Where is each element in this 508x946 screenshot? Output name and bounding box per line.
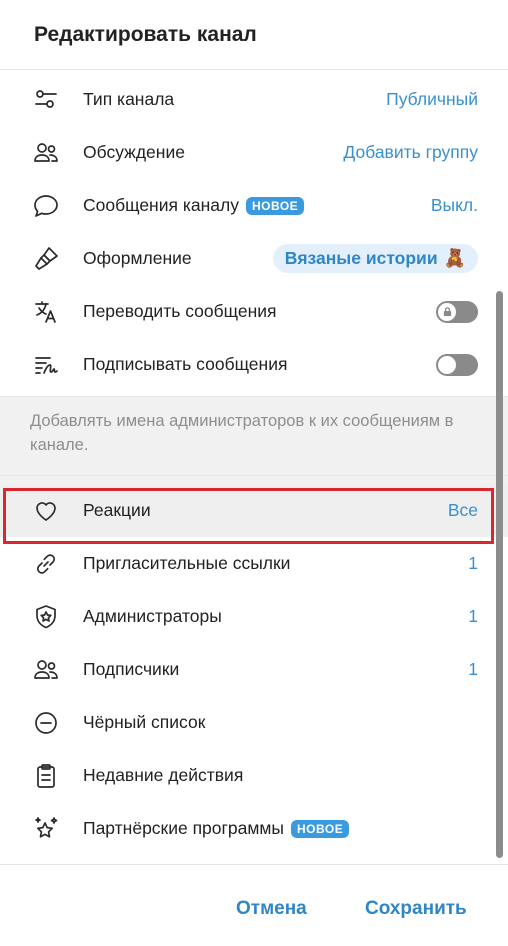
discussion-row[interactable]: Обсуждение Добавить группу bbox=[0, 126, 508, 179]
subscribers-count: 1 bbox=[468, 659, 478, 679]
section-divider bbox=[0, 476, 508, 484]
stars-icon bbox=[30, 813, 62, 845]
appearance-row[interactable]: Оформление Вязаные истории 🧸 bbox=[0, 232, 508, 285]
reactions-value: Все bbox=[447, 500, 478, 520]
reactions-row[interactable]: Реакции Все bbox=[0, 484, 508, 537]
heart-icon bbox=[30, 495, 62, 527]
sign-messages-row[interactable]: Подписывать сообщения bbox=[0, 338, 508, 391]
invite-links-count: 1 bbox=[468, 553, 478, 573]
sign-messages-label: Подписывать сообщения bbox=[83, 354, 288, 374]
channel-messages-row[interactable]: Сообщения каналу НОВОЕ Выкл. bbox=[0, 179, 508, 232]
people-icon bbox=[30, 137, 62, 169]
channel-type-value: Публичный bbox=[386, 89, 478, 109]
edit-channel-dialog: Редактировать канал Тип канала Публичный… bbox=[0, 0, 508, 946]
dialog-header: Редактировать канал bbox=[0, 0, 508, 70]
shield-star-icon bbox=[30, 601, 62, 633]
dialog-footer: Отмена Сохранить bbox=[0, 864, 508, 946]
reactions-label: Реакции bbox=[83, 500, 151, 520]
channel-type-row[interactable]: Тип канала Публичный bbox=[0, 73, 508, 126]
discussion-label: Обсуждение bbox=[83, 142, 185, 162]
invite-links-row[interactable]: Пригласительные ссылки 1 bbox=[0, 537, 508, 590]
settings-scroll-area[interactable]: Тип канала Публичный Обсуждение Добавить… bbox=[0, 71, 508, 864]
scrollbar-thumb[interactable] bbox=[496, 291, 503, 858]
toggle-knob bbox=[438, 355, 456, 374]
subscribers-row[interactable]: Подписчики 1 bbox=[0, 643, 508, 696]
affiliate-programs-label: Партнёрские программы НОВОЕ bbox=[83, 818, 350, 839]
admins-label: Администраторы bbox=[83, 606, 222, 626]
link-icon bbox=[30, 548, 62, 580]
new-badge: НОВОЕ bbox=[245, 196, 305, 215]
admins-count: 1 bbox=[468, 606, 478, 626]
brush-icon bbox=[30, 243, 62, 275]
lock-icon bbox=[438, 302, 456, 321]
admins-row[interactable]: Администраторы 1 bbox=[0, 590, 508, 643]
channel-messages-value: Выкл. bbox=[430, 195, 478, 215]
channel-messages-text: Сообщения каналу bbox=[83, 195, 239, 215]
signature-icon bbox=[30, 349, 62, 381]
sign-messages-note: Добавлять имена администраторов к их соо… bbox=[0, 396, 508, 476]
translate-toggle[interactable] bbox=[436, 300, 478, 323]
recent-actions-label: Недавние действия bbox=[83, 765, 244, 785]
blacklist-label: Чёрный список bbox=[83, 712, 206, 732]
minus-circle-icon bbox=[30, 707, 62, 739]
recent-actions-row[interactable]: Недавние действия bbox=[0, 749, 508, 802]
channel-type-label: Тип канала bbox=[83, 89, 175, 109]
affiliate-programs-text: Партнёрские программы bbox=[83, 818, 285, 838]
teddy-bear-icon: 🧸 bbox=[443, 248, 466, 268]
affiliate-programs-row[interactable]: Партнёрские программы НОВОЕ bbox=[0, 802, 508, 855]
channel-messages-label: Сообщения каналу НОВОЕ bbox=[83, 195, 305, 216]
save-button[interactable]: Сохранить bbox=[365, 898, 467, 920]
invite-links-label: Пригласительные ссылки bbox=[83, 553, 291, 573]
translate-label: Переводить сообщения bbox=[83, 301, 277, 321]
discussion-value[interactable]: Добавить группу bbox=[343, 142, 478, 163]
subscribers-label: Подписчики bbox=[83, 659, 180, 679]
appearance-theme-pill[interactable]: Вязаные истории 🧸 bbox=[272, 244, 478, 273]
translate-row[interactable]: Переводить сообщения bbox=[0, 285, 508, 338]
translate-icon bbox=[30, 296, 62, 328]
appearance-theme-name: Вязаные истории bbox=[284, 248, 438, 268]
chat-bubble-icon bbox=[30, 190, 62, 222]
dialog-title: Редактировать канал bbox=[34, 22, 257, 46]
sign-messages-toggle[interactable] bbox=[436, 353, 478, 376]
blacklist-row[interactable]: Чёрный список bbox=[0, 696, 508, 749]
sliders-icon bbox=[30, 84, 62, 116]
people-icon bbox=[30, 654, 62, 686]
appearance-label: Оформление bbox=[83, 248, 192, 268]
clipboard-icon bbox=[30, 760, 62, 792]
cancel-button[interactable]: Отмена bbox=[236, 898, 307, 920]
new-badge: НОВОЕ bbox=[291, 819, 350, 838]
